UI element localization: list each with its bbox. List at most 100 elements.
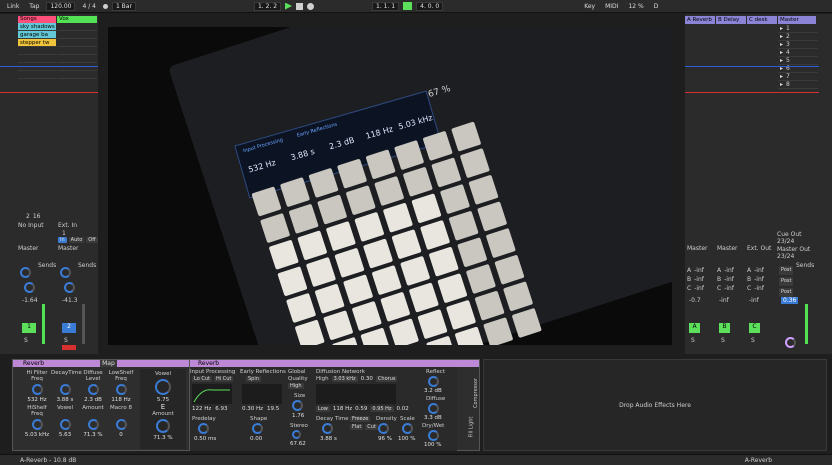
input-sub-channel[interactable]: 1 xyxy=(62,230,66,237)
amount-value[interactable]: 71.3 % xyxy=(140,435,186,441)
solo-button[interactable]: S xyxy=(691,337,695,344)
diffusion-display[interactable] xyxy=(316,384,396,404)
empty-clip-slot[interactable] xyxy=(18,55,56,63)
fill-light-label[interactable]: Fill Light xyxy=(468,417,474,438)
return-header-a[interactable]: A Reverb xyxy=(685,16,715,24)
density-value[interactable]: 96 % xyxy=(378,436,392,442)
empty-clip-slot[interactable] xyxy=(57,31,97,39)
return-routing[interactable]: Master xyxy=(717,245,738,252)
solo-button[interactable]: S xyxy=(751,337,755,344)
scene-launch[interactable]: ▸ 2 xyxy=(778,33,818,41)
track-activator[interactable]: 2 xyxy=(62,323,76,333)
volume-value[interactable]: -inf xyxy=(719,297,729,304)
solo-button[interactable]: S xyxy=(24,337,28,344)
monitor-auto[interactable]: Auto xyxy=(68,237,85,243)
scene-launch[interactable]: ▸ 7 xyxy=(778,73,818,81)
send-a-knob[interactable] xyxy=(20,267,31,278)
dry-wet-knob[interactable] xyxy=(428,430,439,441)
stereo-value[interactable]: 67.62 xyxy=(290,441,306,447)
send-b-knob[interactable] xyxy=(64,282,75,293)
track-header-vox[interactable]: Vox xyxy=(57,16,97,23)
track-header-songs[interactable]: Songs xyxy=(18,16,56,23)
play-icon[interactable] xyxy=(285,2,293,10)
hi-cut-button[interactable]: Hi Cut xyxy=(213,376,234,382)
input-channel-menu[interactable]: Ext. In xyxy=(58,222,96,229)
dry-wet-value[interactable]: 100 % xyxy=(424,442,441,448)
time-signature[interactable]: 4 / 4 xyxy=(79,2,98,11)
macro-knob[interactable] xyxy=(115,384,127,395)
return-routing[interactable]: Master xyxy=(687,245,708,252)
monitor-off[interactable]: Off xyxy=(86,237,98,243)
decay-knob[interactable] xyxy=(322,423,333,434)
return-activator[interactable]: A xyxy=(689,323,700,333)
track-activator[interactable]: 1 xyxy=(22,323,36,333)
tempo-field[interactable]: 120.00 xyxy=(46,1,76,11)
cue-volume-knob[interactable] xyxy=(785,337,796,348)
macro-value[interactable]: 5.03 kHz xyxy=(23,432,51,438)
map-button[interactable]: Map xyxy=(100,360,117,367)
empty-clip-slot[interactable] xyxy=(57,23,97,31)
density-knob[interactable] xyxy=(378,423,389,434)
empty-clip-slot[interactable] xyxy=(57,47,97,55)
return-routing[interactable]: Ext. Out xyxy=(747,245,771,252)
empty-clip-slot[interactable] xyxy=(18,71,56,79)
return-activator[interactable]: C xyxy=(749,323,760,333)
link-button[interactable]: Link xyxy=(4,2,22,11)
macro-value[interactable]: 0 xyxy=(107,432,135,438)
scene-launch[interactable]: ▸ 1 xyxy=(778,25,818,33)
loop-start[interactable]: 1. 1. 1 xyxy=(372,1,400,11)
monitor-in[interactable]: In xyxy=(58,237,67,243)
empty-clip-slot[interactable] xyxy=(18,47,56,55)
volume-value[interactable]: -inf xyxy=(749,297,759,304)
macro-knob[interactable] xyxy=(59,384,71,395)
decay-value[interactable]: 3.88 s xyxy=(320,436,337,442)
shape-value[interactable]: 0.00 xyxy=(250,436,262,442)
clip-slot[interactable]: garage ba xyxy=(18,31,56,39)
output-routing[interactable]: Master xyxy=(18,245,39,252)
scene-launch[interactable]: ▸ 3 xyxy=(778,41,818,49)
return-header-b[interactable]: B Delay xyxy=(716,16,746,24)
volume-value[interactable]: -41.3 xyxy=(62,297,78,304)
macro-knob[interactable] xyxy=(31,384,43,395)
lo-cut-button[interactable]: Lo Cut xyxy=(192,376,212,382)
volume-value[interactable]: -1.64 xyxy=(22,297,38,304)
macro-value[interactable]: 532 Hz xyxy=(23,397,51,403)
spin-button[interactable]: Spin xyxy=(246,376,261,382)
clip-slot[interactable]: sky shadows xyxy=(18,23,56,31)
input-type-menu[interactable]: No Input xyxy=(18,222,56,229)
macro-value[interactable]: 71.3 % xyxy=(79,432,107,438)
metronome-icon[interactable] xyxy=(102,3,108,9)
reflect-knob[interactable] xyxy=(428,376,439,387)
macro-value[interactable]: 2.3 dB xyxy=(79,397,107,403)
predelay-value[interactable]: 0.50 ms xyxy=(194,436,216,442)
send-a-knob[interactable] xyxy=(60,267,71,278)
return-activator[interactable]: B xyxy=(719,323,730,333)
predelay-knob[interactable] xyxy=(198,423,209,434)
diffuse-value[interactable]: 3.3 dB xyxy=(424,415,442,421)
stop-icon[interactable] xyxy=(296,2,304,10)
rack-title[interactable]: Reverb xyxy=(23,360,44,367)
reverb-title[interactable]: Reverb xyxy=(190,360,457,367)
midi-map-button[interactable]: MIDI xyxy=(602,2,621,11)
arm-button[interactable] xyxy=(62,345,76,350)
spin-display[interactable] xyxy=(242,384,282,404)
quality-menu[interactable]: High xyxy=(288,383,304,389)
return-header-c[interactable]: C desk xyxy=(747,16,777,24)
macro-value[interactable]: 5.63 xyxy=(51,432,79,438)
scene-launch[interactable]: ▸ 5 xyxy=(778,57,818,65)
scale-value[interactable]: 100 % xyxy=(398,436,415,442)
key-map-button[interactable]: Key xyxy=(581,2,598,11)
reflect-value[interactable]: 3.2 dB xyxy=(424,388,442,394)
cue-out-menu[interactable]: 23/24 xyxy=(777,238,794,245)
macro-value[interactable]: 118 Hz xyxy=(107,397,135,403)
tap-button[interactable]: Tap xyxy=(26,2,42,11)
amount-knob[interactable] xyxy=(156,419,170,433)
size-knob[interactable] xyxy=(292,400,303,411)
master-out-menu[interactable]: 23/24 xyxy=(777,253,794,260)
empty-clip-slot[interactable] xyxy=(18,63,56,71)
solo-button[interactable]: S xyxy=(64,337,68,344)
master-header[interactable]: Master xyxy=(778,16,816,24)
status-right[interactable]: A-Reverb xyxy=(745,457,772,464)
solo-button[interactable]: S xyxy=(721,337,725,344)
macro-knob[interactable] xyxy=(59,419,71,430)
